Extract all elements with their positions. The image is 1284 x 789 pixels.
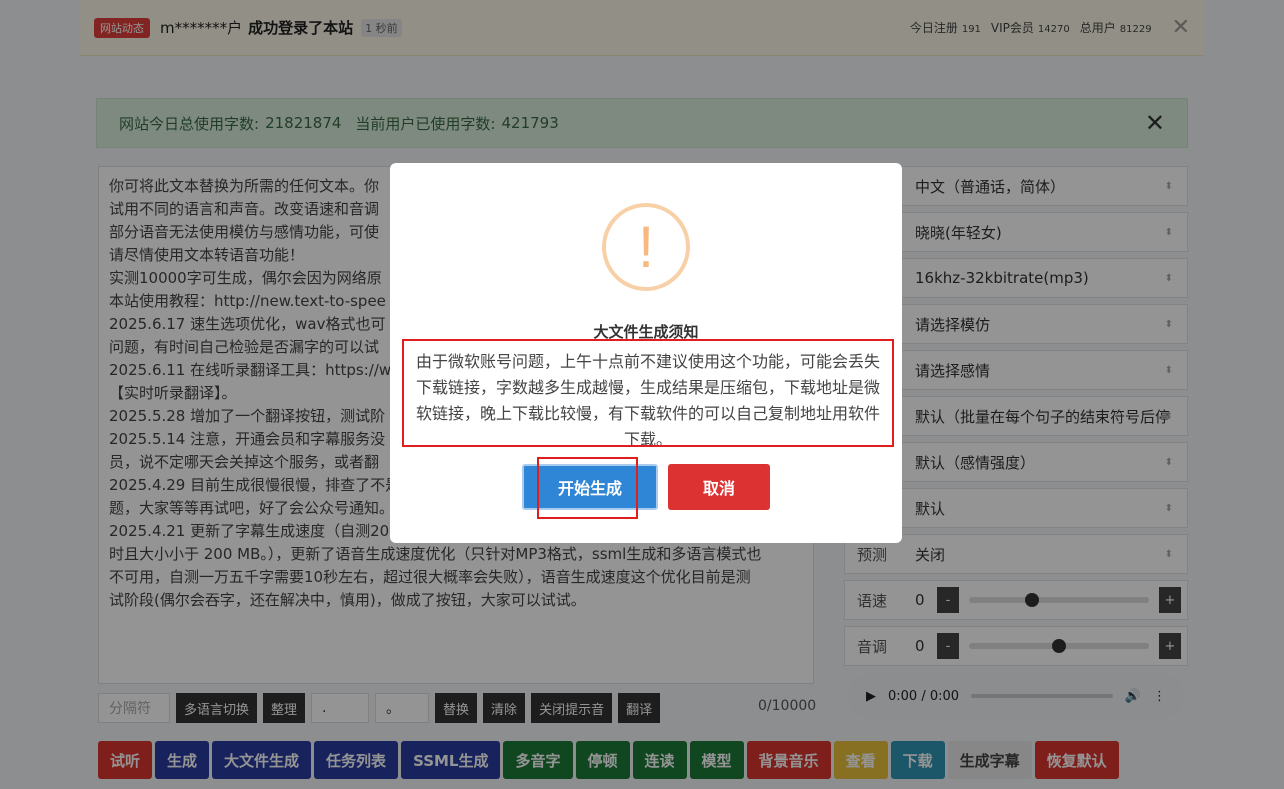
cancel-button[interactable]: 取消 <box>668 464 770 510</box>
big-file-notice-dialog: ! 大文件生成须知 由于微软账号问题，上午十点前不建议使用这个功能，可能会丢失下… <box>390 163 902 543</box>
highlight-frame <box>537 457 638 519</box>
warning-icon: ! <box>602 203 690 291</box>
dialog-message: 由于微软账号问题，上午十点前不建议使用这个功能，可能会丢失下载链接，字数越多生成… <box>402 339 894 447</box>
